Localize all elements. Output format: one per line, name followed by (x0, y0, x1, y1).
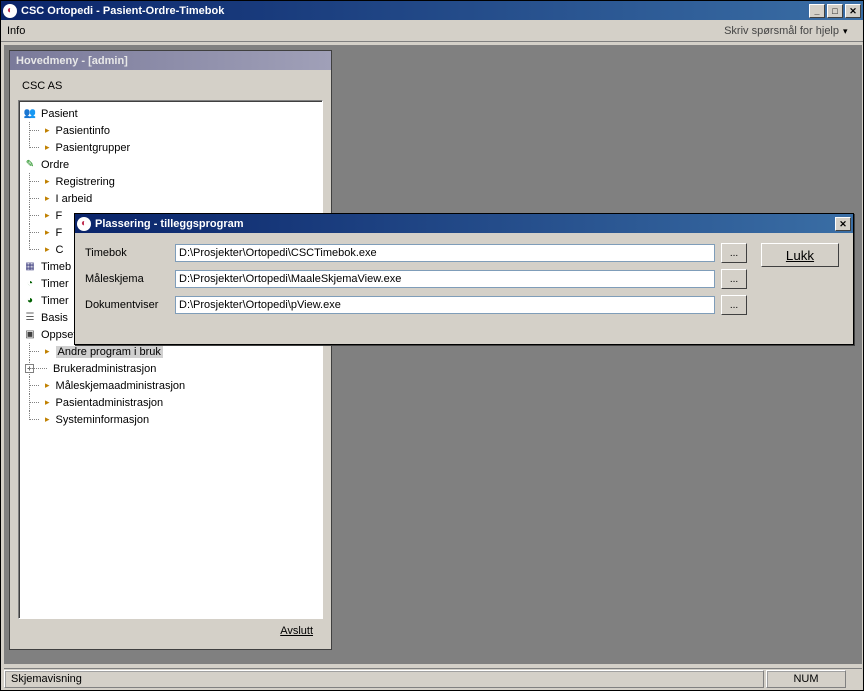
minimize-button[interactable]: _ (809, 4, 825, 18)
plassering-dialog: ◐ Plassering - tilleggsprogram ✕ Timebok… (74, 213, 854, 345)
app-icon: ◐ (3, 4, 17, 18)
field-row-dokumentviser: Dokumentviser ... (85, 295, 747, 315)
arrow-icon: ▸ (45, 193, 50, 204)
hovedmeny-window: Hovedmeny - [admin] CSC AS 👥 Pasient ▸ P… (9, 50, 332, 650)
tree-item-registrering[interactable]: ▸ Registrering (21, 173, 320, 190)
help-question-box[interactable]: Skriv spørsmål for hjelp ▾ (720, 25, 857, 37)
tree-item-pasientgrupper[interactable]: ▸ Pasientgrupper (21, 139, 320, 156)
people-icon: 👥 (23, 107, 37, 121)
tree-label: Ordre (41, 159, 69, 171)
lukk-button[interactable]: Lukk (761, 243, 839, 267)
tree-item-pasientadministrasjon[interactable]: ▸ Pasientadministrasjon (21, 394, 320, 411)
mdi-client-area: Hovedmeny - [admin] CSC AS 👥 Pasient ▸ P… (4, 45, 862, 664)
tree-item-iarbeid[interactable]: ▸ I arbeid (21, 190, 320, 207)
tree-label: I arbeid (56, 193, 93, 205)
tree-item-maleskjemaadmin[interactable]: ▸ Måleskjemaadministrasjon (21, 377, 320, 394)
app-title: CSC Ortopedi - Pasient-Ordre-Timebok (21, 5, 809, 17)
clock-icon: ◔ (23, 277, 37, 291)
maximize-button[interactable]: □ (827, 4, 843, 18)
arrow-icon: ▸ (45, 346, 50, 357)
tree-item-brukeradministrasjon[interactable]: + Brukeradministrasjon (21, 360, 320, 377)
hovedmeny-title: Hovedmeny - [admin] (16, 55, 128, 67)
app-titlebar: ◐ CSC Ortopedi - Pasient-Ordre-Timebok _… (1, 1, 863, 20)
hovedmeny-titlebar: Hovedmeny - [admin] (10, 51, 331, 70)
arrow-icon: ▸ (45, 244, 50, 255)
tree-item-pasientinfo[interactable]: ▸ Pasientinfo (21, 122, 320, 139)
dialog-fields: Timebok ... Måleskjema ... Dokumentviser… (85, 243, 747, 315)
tree-label: Pasientinfo (56, 125, 110, 137)
avslutt-row: Avslutt (18, 619, 323, 641)
status-num: NUM (766, 670, 846, 688)
dokumentviser-input[interactable] (175, 296, 715, 314)
help-placeholder: Skriv spørsmål for hjelp (724, 25, 839, 37)
field-label-maleskjema: Måleskjema (85, 273, 175, 285)
arrow-icon: ▸ (45, 176, 50, 187)
field-label-dokumentviser: Dokumentviser (85, 299, 175, 311)
list-icon: ☰ (23, 311, 37, 325)
settings-icon: ▣ (23, 328, 37, 342)
tree-item-systeminformasjon[interactable]: ▸ Systeminformasjon (21, 411, 320, 428)
timebok-browse-button[interactable]: ... (721, 243, 747, 263)
tree-label: Basis (41, 312, 68, 324)
field-row-maleskjema: Måleskjema ... (85, 269, 747, 289)
tree-label: F (56, 210, 63, 222)
field-label-timebok: Timebok (85, 247, 175, 259)
arrow-icon: ▸ (45, 227, 50, 238)
arrow-icon: ▸ (45, 210, 50, 221)
tree-label: C (56, 244, 64, 256)
clock-icon: ◕ (23, 294, 37, 308)
timebok-input[interactable] (175, 244, 715, 262)
field-row-timebok: Timebok ... (85, 243, 747, 263)
dialog-close-button[interactable]: ✕ (835, 217, 851, 231)
nav-tree: 👥 Pasient ▸ Pasientinfo ▸ Pasientgrupper… (18, 100, 323, 619)
hovedmeny-header: CSC AS (18, 78, 323, 94)
tree-label: Timer (41, 295, 69, 307)
tree-node-pasient[interactable]: 👥 Pasient (21, 105, 320, 122)
arrow-icon: ▸ (45, 397, 50, 408)
arrow-icon: ▸ (45, 125, 50, 136)
clipboard-icon: ✎ (23, 158, 37, 172)
menubar: Info Skriv spørsmål for hjelp ▾ (1, 20, 863, 42)
expand-icon[interactable]: + (25, 364, 34, 373)
calendar-icon: ▦ (23, 260, 37, 274)
maleskjema-input[interactable] (175, 270, 715, 288)
tree-label: Pasient (41, 108, 78, 120)
arrow-icon: ▸ (45, 142, 50, 153)
close-button[interactable]: ✕ (845, 4, 861, 18)
tree-label: Timer (41, 278, 69, 290)
status-left: Skjemavisning (4, 670, 764, 688)
tree-label: Systeminformasjon (56, 414, 150, 426)
menu-info[interactable]: Info (7, 25, 25, 37)
app-window: ◐ CSC Ortopedi - Pasient-Ordre-Timebok _… (0, 0, 864, 691)
tree-label: Registrering (56, 176, 115, 188)
tree-label: Måleskjemaadministrasjon (56, 380, 186, 392)
tree-item-andre-program[interactable]: ▸ Andre program i bruk (21, 343, 320, 360)
maleskjema-browse-button[interactable]: ... (721, 269, 747, 289)
tree-label: Andre program i bruk (56, 346, 163, 358)
arrow-icon: ▸ (45, 414, 50, 425)
tree-label: Brukeradministrasjon (53, 363, 156, 375)
tree-label: Timeb (41, 261, 71, 273)
dokumentviser-browse-button[interactable]: ... (721, 295, 747, 315)
tree-label: Pasientadministrasjon (56, 397, 164, 409)
app-icon: ◐ (77, 217, 91, 231)
dialog-title: Plassering - tilleggsprogram (95, 218, 835, 230)
chevron-down-icon: ▾ (843, 26, 853, 36)
window-controls: _ □ ✕ (809, 4, 861, 18)
hovedmeny-body: CSC AS 👥 Pasient ▸ Pasientinfo ▸ Pasient… (10, 70, 331, 649)
arrow-icon: ▸ (45, 380, 50, 391)
menu-left: Info (7, 25, 720, 37)
avslutt-link[interactable]: Avslutt (280, 625, 313, 637)
tree-label: Pasientgrupper (56, 142, 131, 154)
tree-node-ordre[interactable]: ✎ Ordre (21, 156, 320, 173)
statusbar: Skjemavisning NUM (4, 668, 862, 688)
tree-label: F (56, 227, 63, 239)
dialog-titlebar: ◐ Plassering - tilleggsprogram ✕ (75, 214, 853, 233)
dialog-body: Timebok ... Måleskjema ... Dokumentviser… (75, 233, 853, 344)
